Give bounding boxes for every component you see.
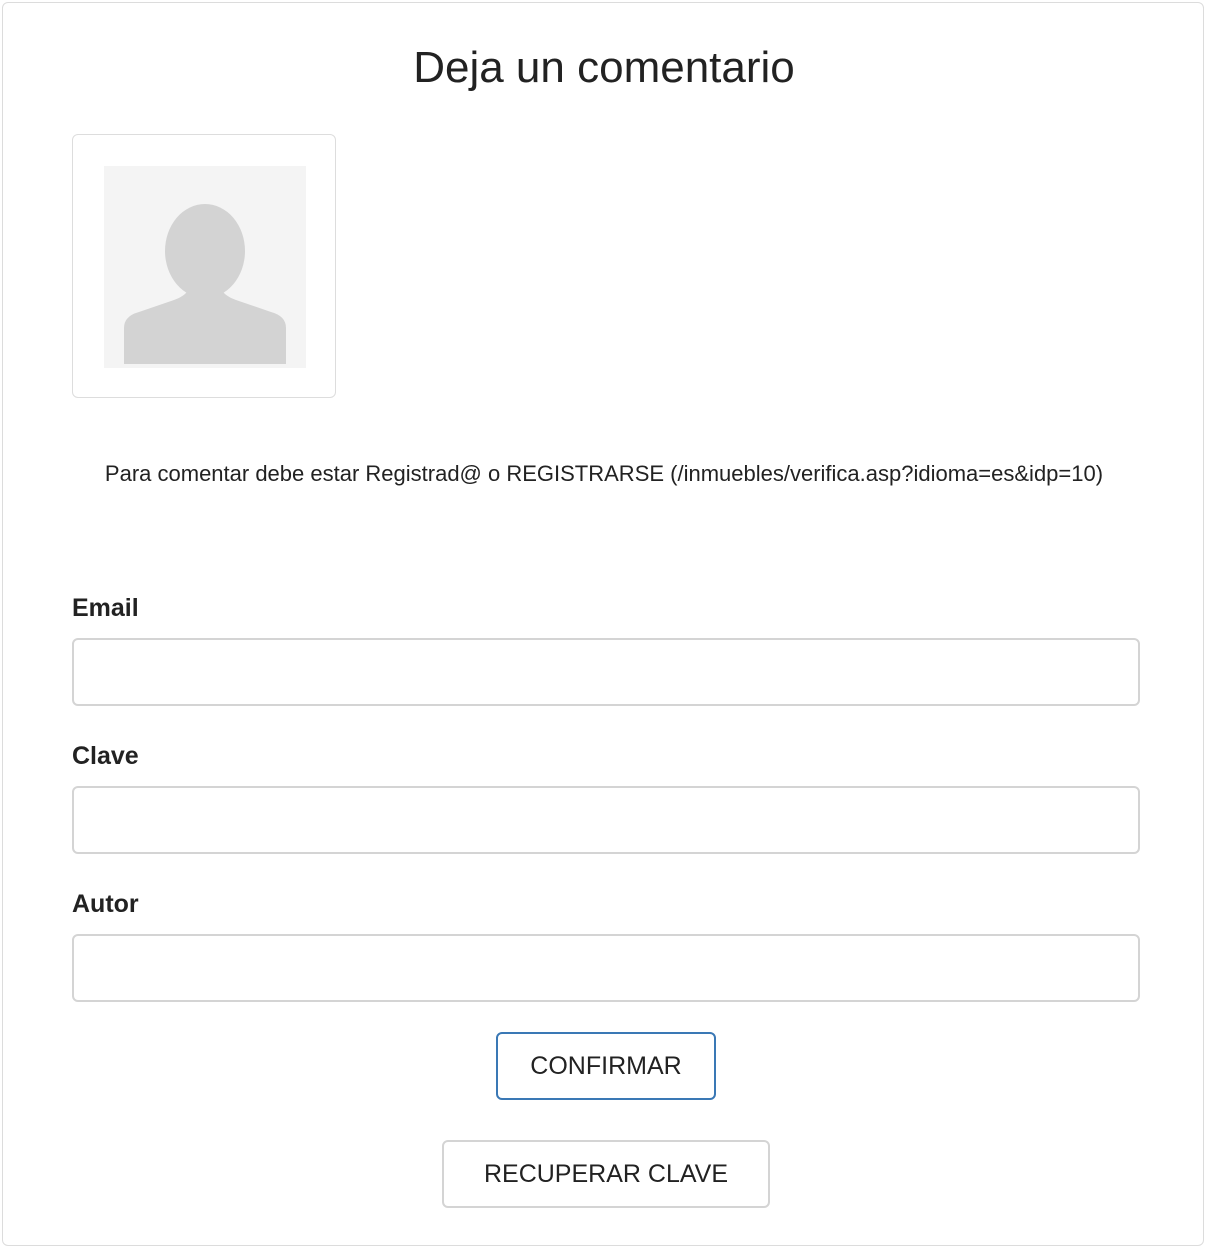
- recover-password-button[interactable]: RECUPERAR CLAVE: [442, 1140, 770, 1208]
- registration-notice: Para comentar debe estar Registrad@ o RE…: [104, 461, 1104, 486]
- autor-label: Autor: [72, 890, 139, 918]
- password-field[interactable]: [72, 786, 1140, 854]
- user-silhouette-icon: [104, 166, 306, 368]
- author-field[interactable]: [72, 934, 1140, 1002]
- page-title: Deja un comentario: [413, 43, 795, 92]
- avatar: [72, 134, 336, 398]
- email-field[interactable]: [72, 638, 1140, 706]
- clave-label: Clave: [72, 742, 139, 770]
- email-label: Email: [72, 594, 139, 622]
- confirm-button[interactable]: CONFIRMAR: [496, 1032, 716, 1100]
